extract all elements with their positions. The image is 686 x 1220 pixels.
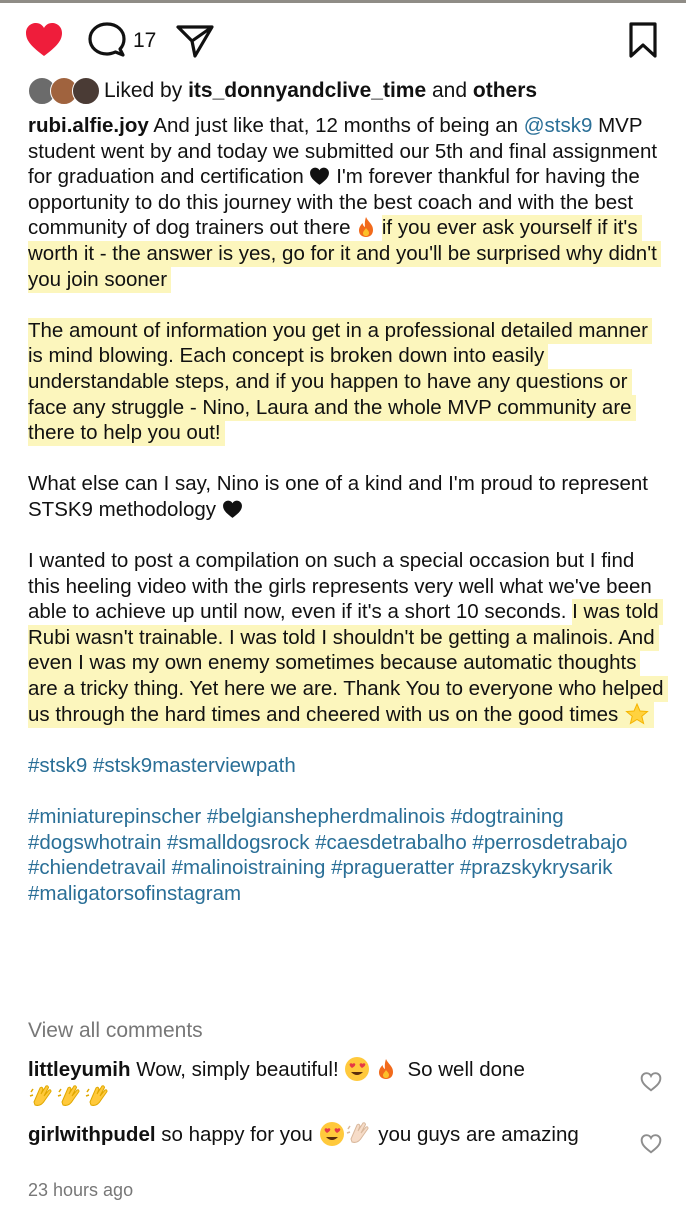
fire-icon — [379, 1059, 394, 1079]
fire-icon — [359, 217, 374, 238]
comment-item: girlwithpudel so happy for you you guys … — [28, 1119, 628, 1147]
comment-item: littleyumih Wow, simply beautiful! So we… — [28, 1056, 628, 1110]
post-timestamp: 23 hours ago — [28, 1180, 134, 1200]
comment-text: you guys are amazing — [378, 1123, 579, 1146]
comment-text: Wow, simply beautiful! — [136, 1058, 339, 1081]
comment-username[interactable]: littleyumih — [28, 1058, 131, 1081]
clapping-hands-icon — [57, 1085, 80, 1106]
liked-by-label: Liked by — [104, 79, 183, 102]
black-heart-icon — [222, 500, 242, 518]
liked-by-user[interactable]: its_donnyandclive_time — [188, 79, 426, 103]
clapping-hands-icon — [29, 1085, 52, 1106]
caption-paragraph: The amount of information you get in a p… — [28, 317, 668, 447]
bookmark-icon[interactable] — [626, 20, 660, 60]
caption-username[interactable]: rubi.alfie.joy — [28, 114, 149, 137]
comment-username[interactable]: girlwithpudel — [28, 1123, 156, 1146]
caption-paragraph: What else can I say, Nino is one of a ki… — [28, 471, 668, 522]
liker-avatars — [28, 77, 100, 105]
glowing-star-icon — [625, 702, 649, 725]
comment-icon[interactable] — [87, 21, 127, 59]
comment-count: 17 — [133, 29, 157, 52]
caption-paragraph: rubi.alfie.joy And just like that, 12 mo… — [28, 113, 668, 293]
liked-by-others[interactable]: others — [473, 79, 537, 103]
liked-by-row[interactable]: Liked by its_donnyandclive_time and othe… — [28, 76, 537, 106]
top-divider — [0, 0, 686, 3]
hashtags-block: #miniaturepinscher #belgianshepherdmalin… — [28, 804, 668, 906]
heart-eyes-emoji-icon — [319, 1122, 344, 1146]
comment-like-heart-icon[interactable] — [640, 1134, 662, 1159]
hashtags-line: #stsk9 #stsk9masterviewpath — [28, 753, 668, 779]
hashtags[interactable]: #miniaturepinscher #belgianshepherdmalin… — [28, 805, 627, 905]
mention-link[interactable]: @stsk9 — [524, 114, 593, 137]
view-all-comments-link[interactable]: View all comments — [28, 1019, 203, 1043]
caption-text: I wanted to post a compilation on such a… — [28, 549, 652, 624]
caption-text: And just like that, 12 months of being a… — [153, 114, 519, 137]
liked-by-conj: and — [431, 79, 468, 102]
like-heart-icon[interactable] — [22, 20, 66, 60]
post-caption: rubi.alfie.joy And just like that, 12 mo… — [28, 113, 668, 906]
heart-eyes-emoji-icon — [345, 1057, 370, 1081]
comment-text: So well done — [407, 1058, 525, 1081]
highlighted-text: The amount of information you get in a p… — [28, 317, 652, 447]
comment-like-heart-icon[interactable] — [640, 1072, 662, 1097]
action-bar: 17 — [0, 14, 686, 66]
clapping-hands-icon — [85, 1085, 108, 1106]
share-send-icon[interactable] — [175, 22, 215, 60]
comment-text: so happy for you — [161, 1123, 313, 1146]
hashtags[interactable]: #stsk9 #stsk9masterviewpath — [28, 754, 296, 777]
black-heart-icon — [310, 167, 330, 186]
avatar — [72, 77, 100, 105]
caption-text: What else can I say, Nino is one of a ki… — [28, 472, 649, 521]
clapping-hands-icon — [346, 1122, 369, 1143]
caption-paragraph: I wanted to post a compilation on such a… — [28, 548, 668, 728]
